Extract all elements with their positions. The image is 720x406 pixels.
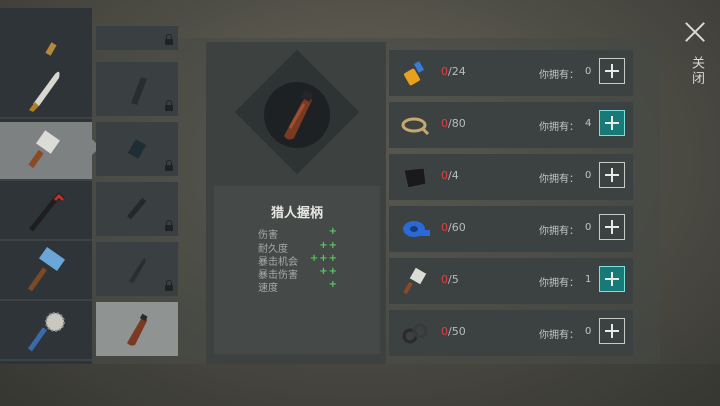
weapon-category-list bbox=[0, 8, 92, 364]
stat-row-damage: 伤害 + bbox=[258, 226, 338, 241]
material-count: 0/80 bbox=[441, 117, 466, 130]
rope-icon bbox=[399, 109, 431, 141]
crowbar-icon bbox=[29, 191, 65, 232]
material-row-glue: 0/24 你拥有： 0 bbox=[389, 50, 633, 96]
add-washers-button[interactable] bbox=[599, 318, 625, 344]
item-preview bbox=[264, 82, 330, 148]
material-row-washers: 0/50 你拥有： 0 bbox=[389, 310, 633, 356]
owned-value: 0 bbox=[585, 222, 592, 233]
owned-label: 你拥有： bbox=[539, 330, 579, 341]
handle-grey-icon bbox=[129, 258, 146, 283]
stat-value: +++ bbox=[309, 253, 338, 264]
variant-slot-hunter-handle[interactable] bbox=[96, 302, 178, 356]
close-icon bbox=[683, 20, 707, 44]
owned-label: 你拥有： bbox=[539, 122, 579, 133]
cleaver-icon bbox=[28, 129, 60, 168]
lock-icon bbox=[165, 100, 173, 111]
close-label: 关闭 bbox=[689, 56, 704, 86]
bottom-bar bbox=[0, 364, 720, 406]
weapon-slot-hammer[interactable] bbox=[0, 242, 92, 301]
lock-icon bbox=[165, 280, 173, 291]
weapon-slot-machete[interactable] bbox=[0, 60, 92, 119]
owned-value: 0 bbox=[585, 170, 592, 181]
blade-blue-icon bbox=[127, 139, 147, 159]
close-button[interactable]: 关闭 bbox=[678, 16, 712, 96]
material-count: 0/24 bbox=[441, 65, 466, 78]
material-row-leather: 0/4 你拥有： 0 bbox=[389, 154, 633, 200]
tape-icon bbox=[399, 213, 431, 245]
add-tape-button[interactable] bbox=[599, 214, 625, 240]
add-leather-button[interactable] bbox=[599, 162, 625, 188]
stat-row-speed: 速度 + bbox=[258, 279, 338, 294]
variant-slot-handle-dark[interactable] bbox=[96, 182, 178, 236]
hunter-handle-icon bbox=[284, 90, 314, 140]
add-glue-button[interactable] bbox=[599, 58, 625, 84]
material-row-cleaver: 0/5 你拥有： 1 bbox=[389, 258, 633, 304]
stat-row-crit-damage: 暴击伤害 ++ bbox=[258, 266, 338, 281]
owned-label: 你拥有： bbox=[539, 174, 579, 185]
stat-value: + bbox=[328, 279, 338, 290]
material-row-rope: 0/80 你拥有： 4 bbox=[389, 102, 633, 148]
add-rope-button[interactable] bbox=[599, 110, 625, 136]
variant-slot-handle-grey[interactable] bbox=[96, 242, 178, 296]
owned-label: 你拥有： bbox=[539, 226, 579, 237]
stat-label: 伤害 bbox=[258, 230, 278, 241]
stat-value: + bbox=[328, 226, 338, 237]
lock-icon bbox=[165, 220, 173, 231]
stat-value: ++ bbox=[319, 240, 338, 251]
cleaver-icon bbox=[399, 265, 431, 297]
stat-label: 速度 bbox=[258, 283, 278, 294]
weapon-slot-pipe[interactable] bbox=[0, 8, 92, 67]
machete-icon bbox=[29, 71, 60, 112]
owned-value: 0 bbox=[585, 66, 592, 77]
material-count: 0/4 bbox=[441, 169, 459, 182]
variant-list bbox=[96, 26, 180, 364]
lock-icon bbox=[165, 34, 173, 45]
hunter-handle-icon bbox=[127, 313, 148, 346]
variant-slot-blade-blue[interactable] bbox=[96, 122, 178, 176]
owned-label: 你拥有： bbox=[539, 70, 579, 81]
owned-label: 你拥有： bbox=[539, 278, 579, 289]
material-row-tape: 0/60 你拥有： 0 bbox=[389, 206, 633, 252]
weapon-slot-saw-mace[interactable] bbox=[0, 302, 92, 361]
variant-slot-blade-dark[interactable] bbox=[96, 62, 178, 116]
item-stats-box: 猎人握柄 伤害 + 耐久度 ++ 暴击机会 +++ 暴击伤害 ++ 速度 + bbox=[214, 186, 380, 354]
handle-dark-icon bbox=[126, 197, 147, 220]
weapon-slot-cleaver[interactable] bbox=[0, 122, 92, 181]
stat-row-crit-chance: 暴击机会 +++ bbox=[258, 253, 338, 268]
item-name: 猎人握柄 bbox=[270, 206, 323, 221]
add-cleaver-button[interactable] bbox=[599, 266, 625, 292]
hammer-icon bbox=[27, 246, 66, 291]
pipe-top-icon bbox=[45, 41, 57, 56]
material-count: 0/5 bbox=[441, 273, 459, 286]
material-count: 0/60 bbox=[441, 221, 466, 234]
stat-value: ++ bbox=[319, 266, 338, 277]
weapon-slot-crowbar[interactable] bbox=[0, 182, 92, 241]
saw-mace-icon bbox=[27, 311, 65, 351]
leather-icon bbox=[399, 161, 431, 193]
owned-value: 1 bbox=[585, 274, 592, 285]
stat-row-durability: 耐久度 ++ bbox=[258, 240, 338, 255]
blade-dark-icon bbox=[131, 77, 147, 105]
glue-icon bbox=[399, 57, 431, 89]
material-count: 0/50 bbox=[441, 325, 466, 338]
owned-value: 0 bbox=[585, 326, 592, 337]
washers-icon bbox=[399, 317, 431, 349]
owned-value: 4 bbox=[585, 118, 592, 129]
variant-slot-top[interactable] bbox=[96, 26, 178, 50]
lock-icon bbox=[165, 160, 173, 171]
